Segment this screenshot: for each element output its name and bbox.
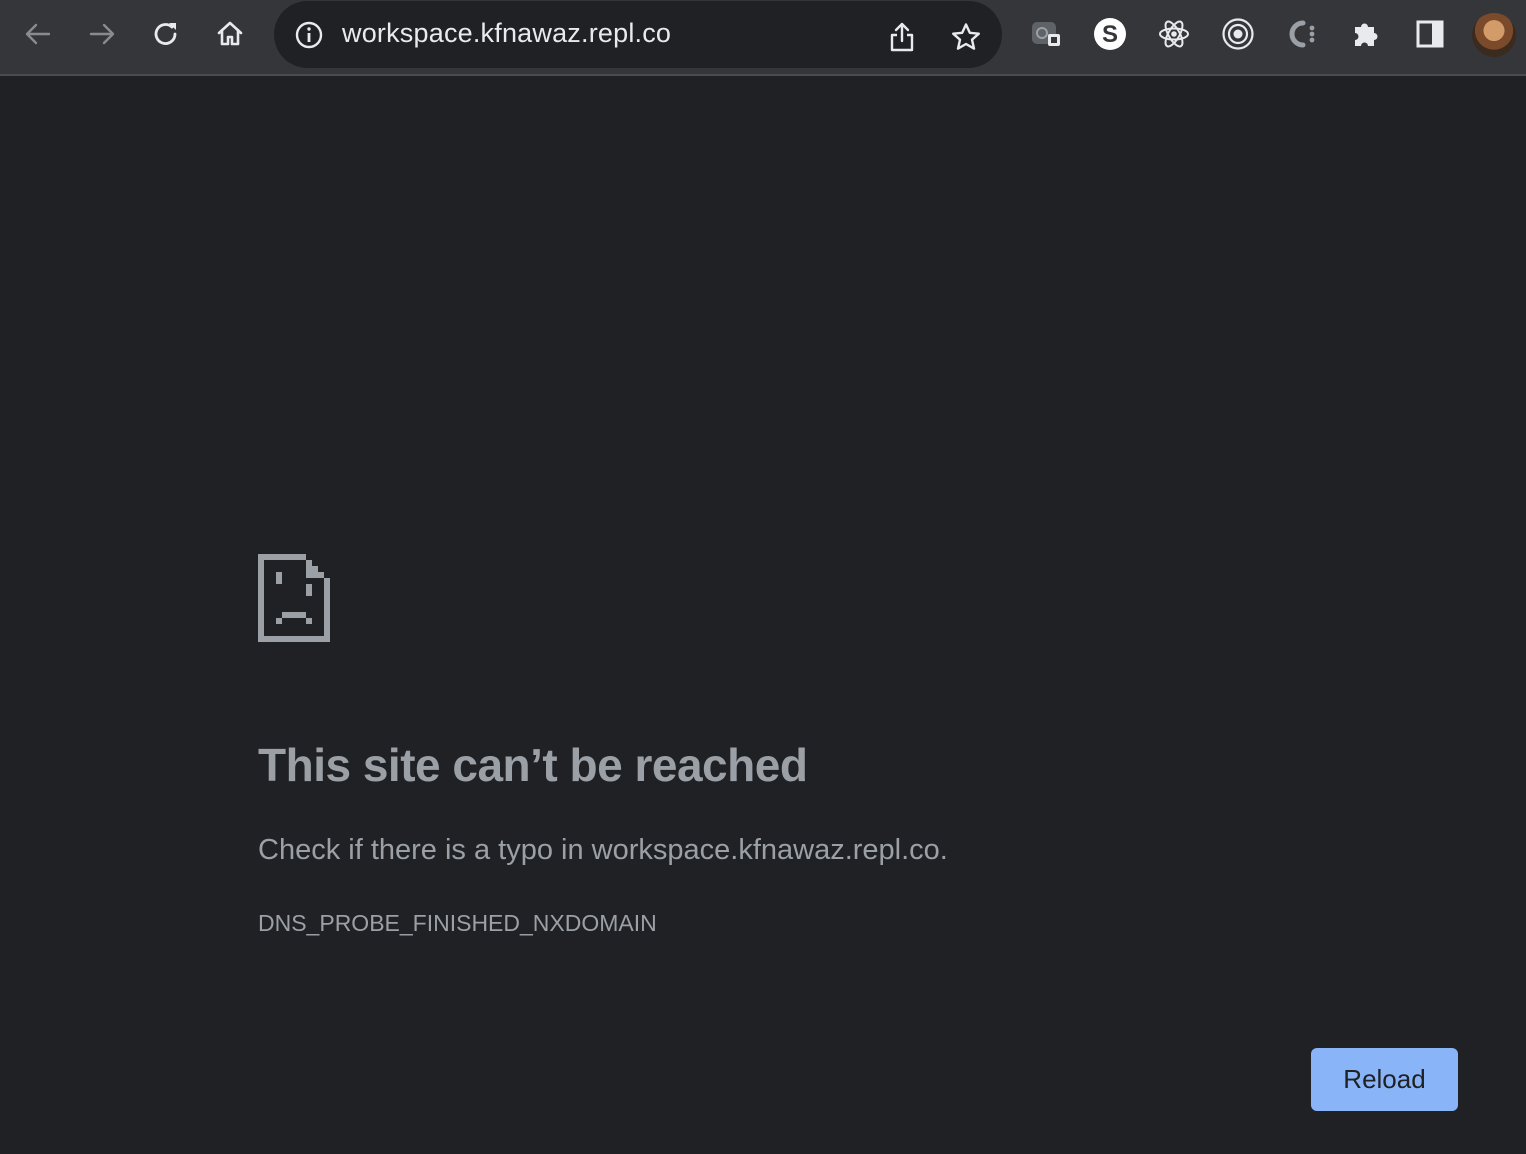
- error-message: Check if there is a typo in workspace.kf…: [258, 834, 948, 866]
- share-icon[interactable]: [882, 17, 922, 57]
- bookmark-star-icon[interactable]: [946, 17, 986, 57]
- target-extension-icon[interactable]: [1218, 14, 1258, 54]
- react-devtools-icon[interactable]: [1154, 14, 1194, 54]
- puzzle-extensions-icon[interactable]: [1346, 14, 1386, 54]
- screen-recorder-extension-icon[interactable]: [1026, 14, 1066, 54]
- reload-button[interactable]: Reload: [1311, 1048, 1458, 1111]
- error-headline: This site can’t be reached: [258, 739, 808, 791]
- reload-icon[interactable]: [142, 10, 190, 58]
- side-panel-icon[interactable]: [1410, 14, 1450, 54]
- home-icon[interactable]: [206, 10, 254, 58]
- sad-document-icon: [258, 554, 330, 642]
- site-info-icon[interactable]: [294, 20, 324, 50]
- c-extension-icon[interactable]: [1282, 14, 1322, 54]
- s-extension-icon[interactable]: S: [1090, 14, 1130, 54]
- profile-avatar[interactable]: [1472, 13, 1516, 57]
- back-arrow-icon[interactable]: [14, 10, 62, 58]
- error-code[interactable]: DNS_PROBE_FINISHED_NXDOMAIN: [258, 910, 657, 937]
- forward-arrow-icon[interactable]: [78, 10, 126, 58]
- error-page: This site can’t be reached Check if ther…: [0, 78, 1526, 1154]
- address-bar[interactable]: workspace.kfnawaz.repl.co: [274, 1, 1002, 68]
- url-text[interactable]: workspace.kfnawaz.repl.co: [342, 18, 671, 49]
- browser-toolbar: workspace.kfnawaz.repl.co S: [0, 0, 1526, 76]
- svg-text:S: S: [1102, 21, 1118, 48]
